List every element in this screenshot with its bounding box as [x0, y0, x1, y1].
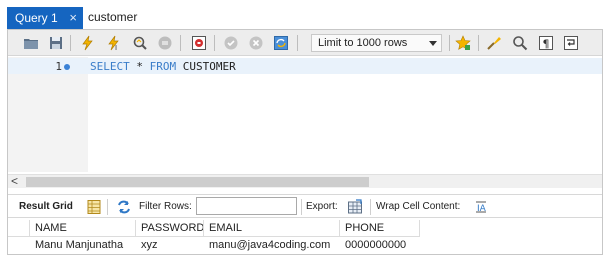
statement-marker-icon: [64, 64, 70, 70]
result-toolbar: Result Grid Filter Rows: Export: Wrap Ce…: [8, 194, 602, 218]
line-number: 1: [55, 60, 62, 73]
result-grid-tab[interactable]: Result Grid: [19, 201, 73, 212]
save-icon[interactable]: [47, 34, 65, 52]
tab-customer[interactable]: customer: [88, 10, 137, 24]
bookmark-icon[interactable]: [454, 34, 472, 52]
table-cell[interactable]: Manu Manjunatha: [30, 237, 136, 254]
find-icon[interactable]: [511, 34, 529, 52]
refresh-icon[interactable]: [116, 199, 132, 215]
tab-label: Query 1: [15, 11, 58, 25]
keyword-select: SELECT: [90, 60, 130, 73]
line-gutter: [8, 57, 88, 172]
svg-text:IA: IA: [477, 204, 487, 214]
table-row[interactable]: Manu Manjunatha xyz manu@java4coding.com…: [8, 237, 420, 254]
row-selector[interactable]: [8, 237, 30, 254]
export-icon[interactable]: [347, 199, 363, 215]
explain-icon[interactable]: [131, 34, 149, 52]
column-header[interactable]: EMAIL: [204, 220, 340, 237]
grid-header-row: NAME PASSWORD EMAIL PHONE: [8, 220, 420, 237]
table-name: CUSTOMER: [176, 60, 236, 73]
row-selector-header: [8, 220, 30, 237]
tab-bar: Query 1 × customer: [0, 0, 610, 30]
horizontal-scrollbar[interactable]: <: [8, 174, 602, 188]
limit-rows-value: Limit to 1000 rows: [318, 37, 408, 49]
editor-toolbar: I Limit to 1000 rows ¶: [8, 30, 602, 56]
open-folder-icon[interactable]: [22, 34, 40, 52]
commit-icon[interactable]: [222, 34, 240, 52]
svg-text:I: I: [115, 44, 117, 51]
sql-editor[interactable]: 1 SELECT * FROM CUSTOMER: [8, 57, 602, 174]
tab-query-1[interactable]: Query 1 ×: [7, 7, 83, 29]
chevron-down-icon: [429, 41, 437, 46]
beautify-icon[interactable]: [485, 34, 503, 52]
wrap-cell-icon[interactable]: IA: [473, 199, 489, 215]
result-grid: NAME PASSWORD EMAIL PHONE Manu Manjunath…: [8, 220, 420, 254]
execute-icon[interactable]: [79, 34, 97, 52]
sql-statement[interactable]: SELECT * FROM CUSTOMER: [90, 60, 236, 73]
filter-rows-label: Filter Rows:: [139, 201, 192, 212]
toggle-error-icon[interactable]: [190, 34, 208, 52]
grid-view-icon[interactable]: [86, 199, 102, 215]
keyword-from: FROM: [149, 60, 177, 73]
table-cell[interactable]: 0000000000: [340, 237, 420, 254]
table-cell[interactable]: manu@java4coding.com: [204, 237, 340, 254]
select-star: *: [129, 60, 150, 73]
column-header[interactable]: NAME: [30, 220, 136, 237]
svg-text:¶: ¶: [543, 38, 550, 51]
autocommit-icon[interactable]: [272, 34, 290, 52]
invisible-chars-icon[interactable]: ¶: [537, 34, 555, 52]
execute-current-icon[interactable]: I: [105, 34, 123, 52]
rollback-icon[interactable]: [247, 34, 265, 52]
scrollbar-thumb[interactable]: [26, 177, 369, 187]
query-panel: I Limit to 1000 rows ¶ 1 SELECT * FROM C…: [7, 29, 603, 255]
wrap-cell-label: Wrap Cell Content:: [376, 201, 461, 212]
filter-rows-input[interactable]: [196, 197, 297, 215]
stop-icon[interactable]: [156, 34, 174, 52]
column-header[interactable]: PHONE: [340, 220, 420, 237]
wrap-icon[interactable]: [562, 34, 580, 52]
scroll-left-icon[interactable]: <: [11, 174, 18, 188]
table-cell[interactable]: xyz: [136, 237, 204, 254]
close-tab-icon[interactable]: ×: [69, 7, 77, 29]
export-label: Export:: [306, 201, 338, 212]
limit-rows-select[interactable]: Limit to 1000 rows: [311, 34, 442, 52]
column-header[interactable]: PASSWORD: [136, 220, 204, 237]
